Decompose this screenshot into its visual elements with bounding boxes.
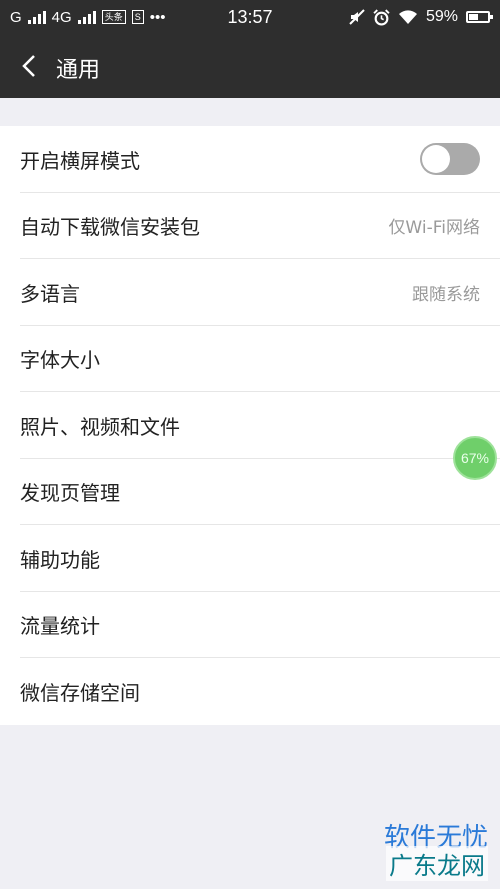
battery-fill (469, 14, 478, 20)
settings-row-label: 辅助功能 (20, 547, 100, 572)
battery-icon (466, 11, 493, 23)
settings-list: 开启横屏模式自动下载微信安装包 仅Wi-Fi网络多语言 跟随系统字体大小照片、视频和… (0, 126, 500, 725)
settings-row[interactable]: 微信存储空间 (0, 658, 500, 725)
settings-row[interactable]: 辅助功能 (0, 525, 500, 592)
battery-percent: 59% (425, 8, 458, 25)
settings-row-label: 流量统计 (20, 614, 100, 639)
settings-row-label: 多语言 (20, 281, 80, 306)
watermark-logo: 软件无忧 广东龙网 (368, 817, 488, 881)
settings-row[interactable]: 字体大小 (0, 326, 500, 393)
toggle-knob (422, 145, 450, 174)
settings-row[interactable]: 自动下载微信安装包 仅Wi-Fi网络 (0, 193, 500, 260)
page-title: 通用 (56, 58, 101, 83)
settings-row[interactable]: 流量统计 (0, 592, 500, 659)
settings-row-label: 微信存储空间 (20, 680, 140, 705)
settings-row-label: 照片、视频和文件 (20, 414, 180, 439)
settings-row-label: 字体大小 (20, 348, 100, 373)
status-right: 59% (349, 7, 493, 27)
settings-row-value: 跟随系统 (412, 284, 480, 305)
alarm-icon (373, 8, 390, 25)
watermark-bottom: 广东龙网 (386, 846, 488, 881)
back-button[interactable] (14, 50, 46, 82)
floating-ball[interactable]: 67% (453, 436, 497, 480)
settings-row-label: 发现页管理 (20, 481, 120, 506)
title-bar: 通用 (0, 34, 500, 98)
wifi-icon (398, 10, 417, 24)
settings-row-label: 开启横屏模式 (20, 148, 140, 173)
settings-row-label: 自动下载微信安装包 (20, 215, 200, 240)
settings-row[interactable]: 发现页管理 (0, 459, 500, 526)
settings-row[interactable]: 开启横屏模式 (0, 126, 500, 193)
settings-row-value: 仅Wi-Fi网络 (388, 218, 480, 239)
settings-row[interactable]: 照片、视频和文件 (0, 392, 500, 459)
chevron-left-icon (22, 55, 35, 77)
settings-row[interactable]: 多语言 跟随系统 (0, 259, 500, 326)
mute-icon (349, 9, 365, 25)
landscape-mode-toggle[interactable] (420, 143, 480, 176)
status-bar: G 4G 头条 S ••• 13:57 59% (0, 0, 500, 34)
